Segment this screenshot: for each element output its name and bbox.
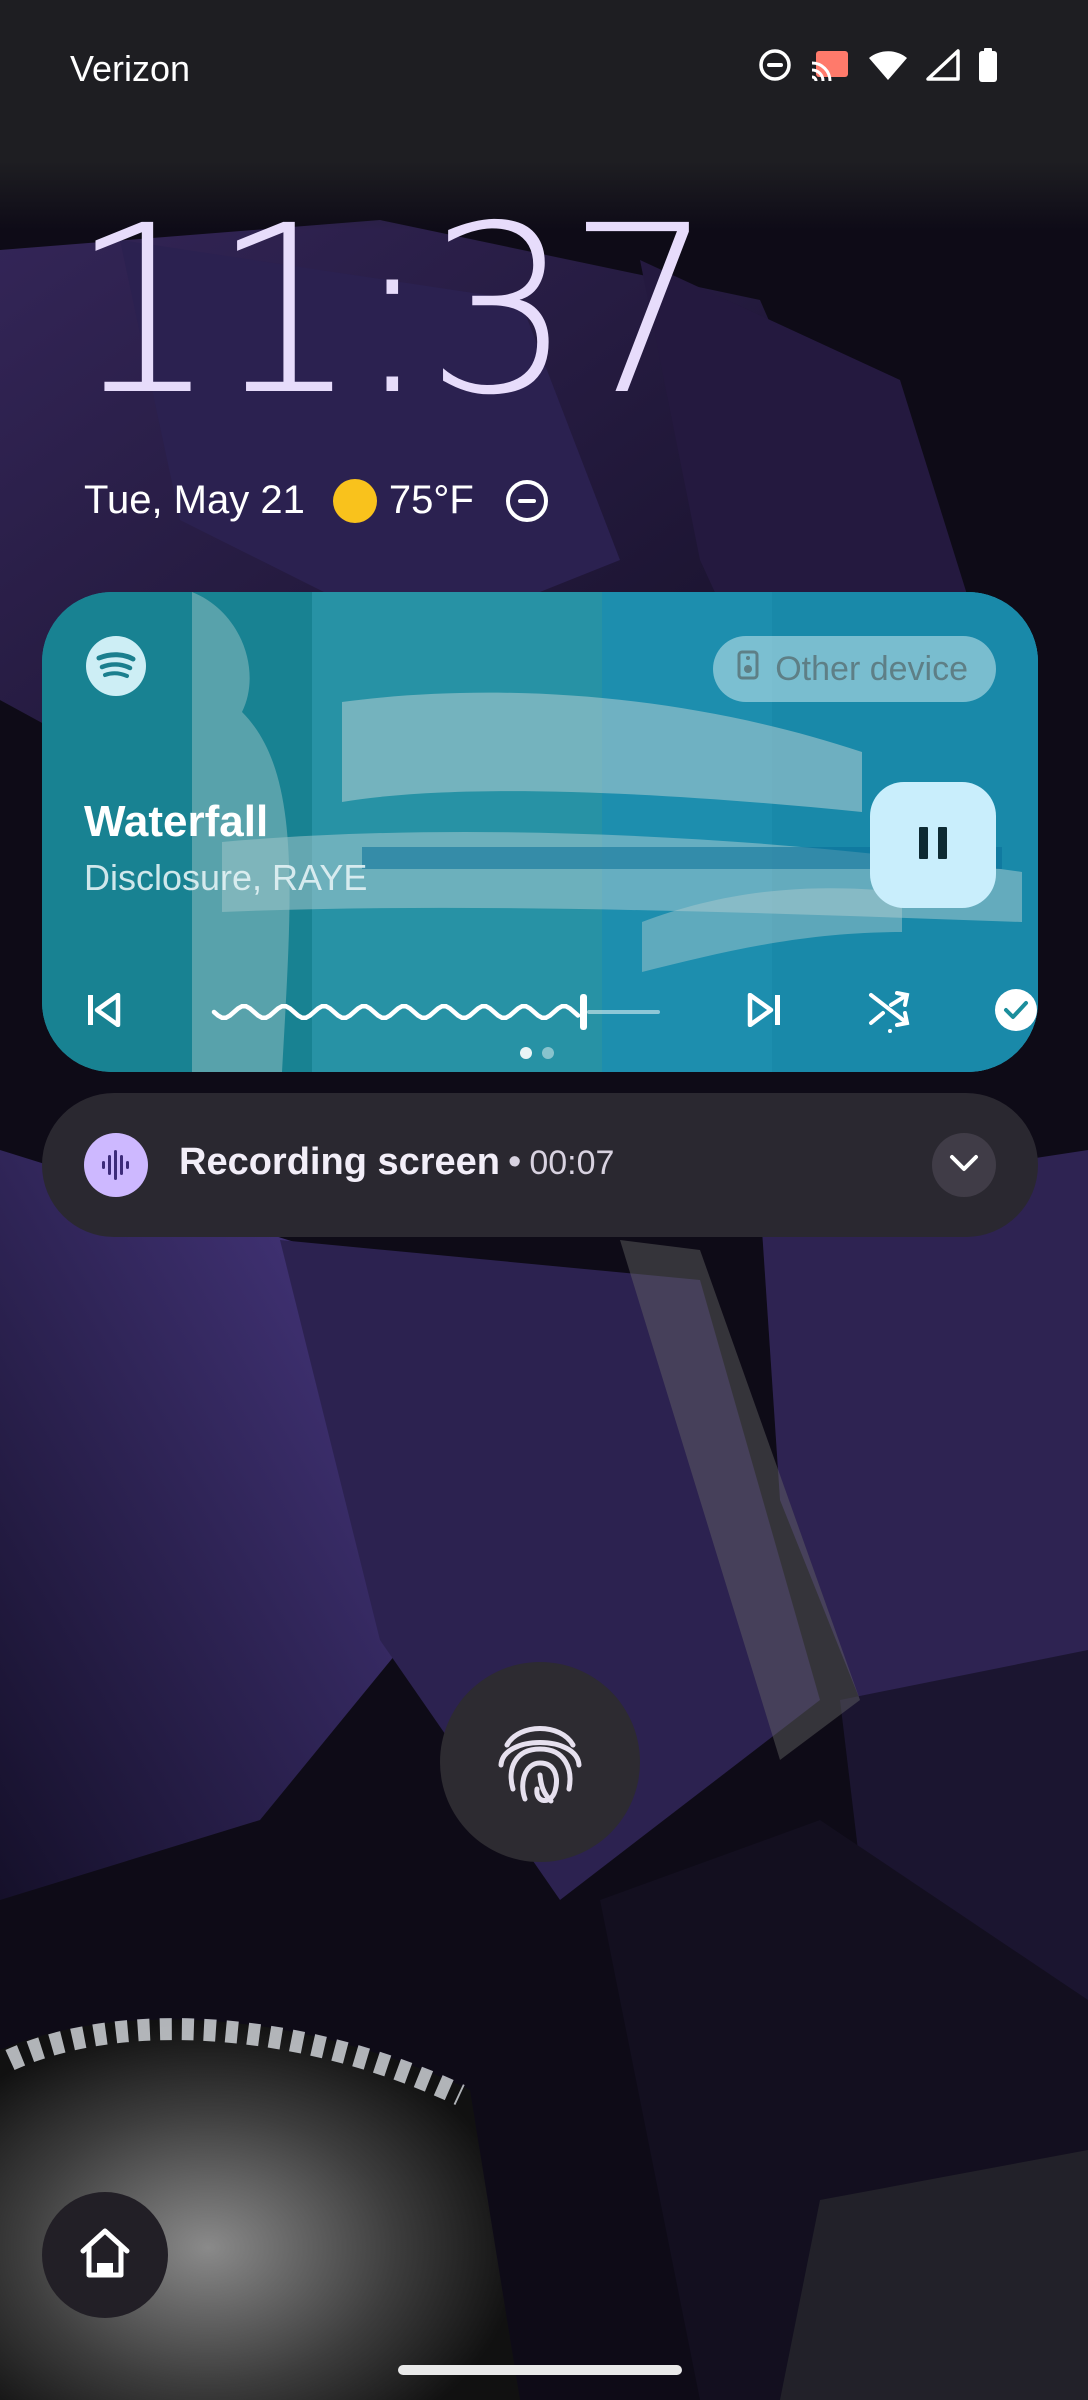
shuffle-icon — [867, 987, 913, 1038]
track-title: Waterfall — [84, 797, 269, 846]
seek-bar-graphic — [211, 994, 660, 1030]
screen-recording-notification[interactable]: Recording screen • 00:07 — [42, 1093, 1038, 1237]
date-weather-row[interactable]: Tue, May 21 75°F — [84, 478, 548, 523]
page-dot — [542, 1047, 554, 1059]
next-icon — [746, 992, 782, 1032]
media-page-indicator — [520, 1047, 554, 1059]
fingerprint-icon — [485, 1705, 595, 1820]
saved-check-icon — [994, 988, 1038, 1037]
status-icons — [758, 48, 998, 82]
home-icon — [77, 2225, 133, 2286]
status-bar: Verizon — [0, 0, 1088, 130]
wifi-icon — [868, 49, 908, 81]
seek-bar-thumb[interactable] — [580, 994, 587, 1030]
page-dot-active — [520, 1047, 532, 1059]
notification-title: Recording screen — [179, 1141, 500, 1183]
recording-waveform-icon — [84, 1133, 148, 1197]
media-player-card[interactable]: Other device Waterfall Disclosure, RAYE — [42, 592, 1038, 1072]
next-button[interactable] — [724, 972, 804, 1052]
battery-icon — [978, 48, 998, 82]
shuffle-button[interactable] — [850, 972, 930, 1052]
output-device-label: Other device — [775, 649, 968, 688]
lockscreen-clock: 11:37 — [70, 176, 715, 446]
carrier-name: Verizon — [70, 48, 191, 89]
chevron-down-icon — [948, 1153, 980, 1178]
dnd-icon — [758, 48, 792, 82]
expand-button[interactable] — [932, 1133, 996, 1197]
signal-icon — [926, 49, 960, 81]
home-shortcut-button[interactable] — [42, 2192, 168, 2318]
seek-bar[interactable] — [206, 992, 666, 1032]
pause-button[interactable] — [870, 782, 996, 908]
pause-icon — [915, 825, 951, 866]
speaker-icon — [737, 650, 759, 689]
media-controls — [42, 972, 1038, 1052]
seek-bar-played — [211, 1004, 581, 1020]
sun-icon — [332, 478, 377, 523]
fingerprint-sensor[interactable] — [440, 1662, 640, 1862]
date-label: Tue, May 21 — [84, 478, 305, 522]
cast-icon — [810, 48, 850, 82]
previous-icon — [86, 992, 122, 1032]
output-device-chip[interactable]: Other device — [713, 636, 996, 702]
track-artist: Disclosure, RAYE — [84, 857, 368, 898]
gesture-navigation-handle[interactable] — [398, 2365, 682, 2375]
elapsed-time: 00:07 — [529, 1144, 615, 1182]
recording-text: Recording screen • 00:07 — [179, 1141, 614, 1184]
previous-button[interactable] — [64, 972, 144, 1052]
saved-button[interactable] — [976, 972, 1038, 1052]
spotify-icon[interactable] — [86, 636, 146, 696]
separator: • — [508, 1141, 522, 1183]
temperature-label: 75°F — [388, 478, 474, 522]
dnd-icon — [505, 479, 548, 522]
